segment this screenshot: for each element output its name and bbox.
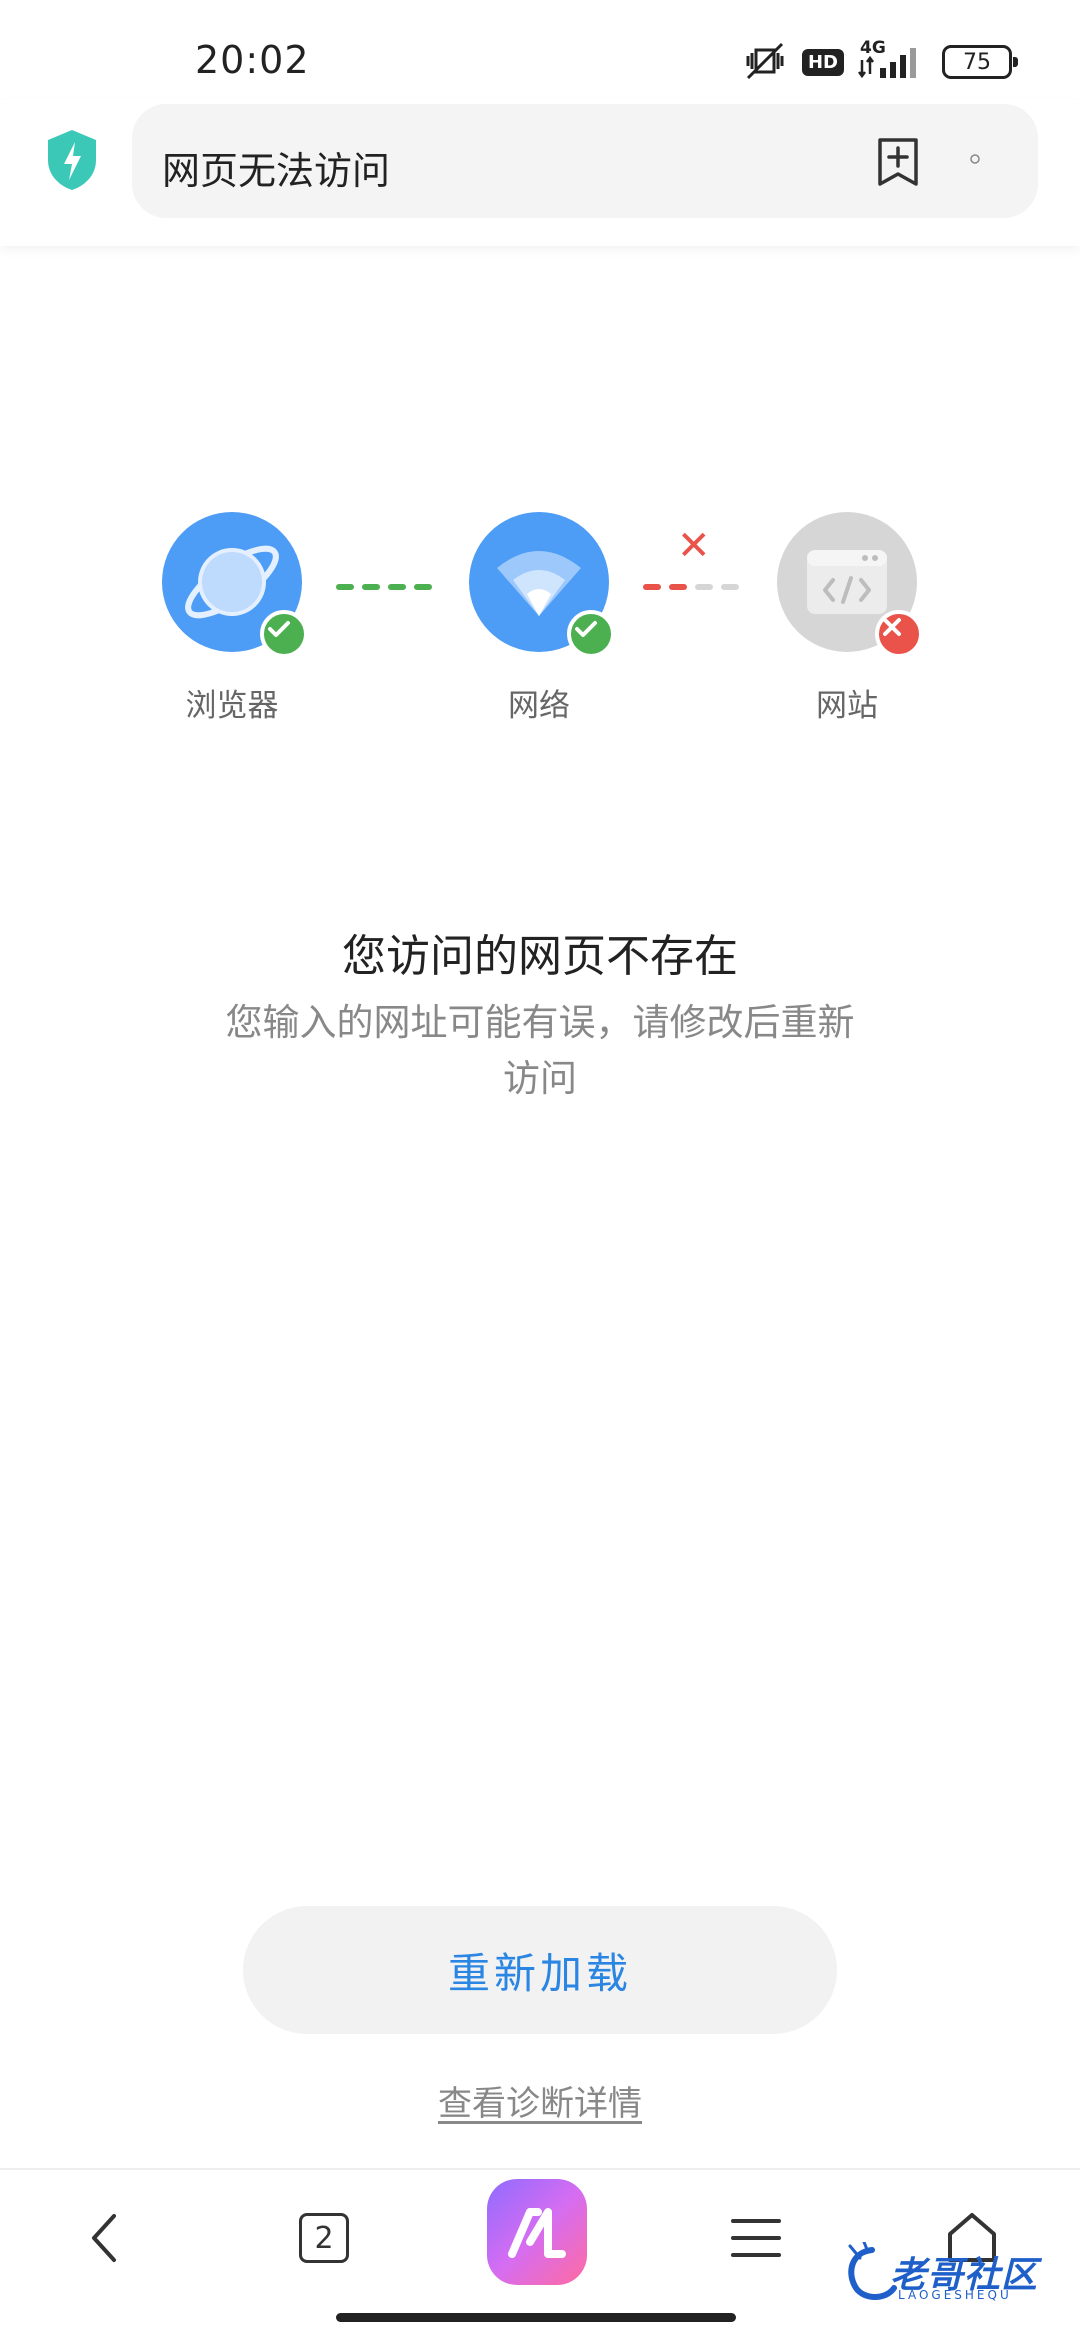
page-title: 网页无法访问 xyxy=(162,149,391,193)
link-ok-segment xyxy=(362,584,380,590)
network-node xyxy=(469,512,615,658)
diagnosis-details-link[interactable]: 查看诊断详情 xyxy=(438,2084,642,2124)
status-icons: HD 4G 75 xyxy=(742,38,1018,86)
hd-badge: HD xyxy=(801,48,844,76)
status-time: 20:02 xyxy=(195,38,310,82)
status-bar: 20:02 HD 4G 75 xyxy=(0,0,1080,100)
link-idle-segment xyxy=(721,584,739,590)
url-field[interactable]: 网页无法访问 xyxy=(132,104,1038,218)
website-error-badge xyxy=(875,610,923,658)
connection-fail-x-icon: ✕ xyxy=(677,523,711,569)
link-fail-segment xyxy=(669,584,687,590)
website-node xyxy=(777,512,923,658)
check-icon xyxy=(575,621,597,637)
diagnosis-details-link-wrap: 查看诊断详情 xyxy=(0,2076,1080,2125)
link-ok-segment xyxy=(388,584,406,590)
reload-button[interactable]: 重新加载 xyxy=(243,1906,837,2034)
watermark-logo: 老哥社区 LAOGESHEQU xyxy=(842,2242,1066,2306)
ai-assistant-button[interactable] xyxy=(487,2179,587,2285)
browser-node xyxy=(162,512,308,658)
network-ok-badge xyxy=(567,610,615,658)
battery-indicator: 75 xyxy=(942,45,1018,79)
security-shield-icon[interactable] xyxy=(44,128,100,192)
connection-diagnosis: 浏览器 网络 ✕ 网站 xyxy=(0,500,1080,740)
tabs-button[interactable]: 2 xyxy=(274,2188,374,2288)
address-bar: 网页无法访问 xyxy=(0,100,1080,246)
menu-button[interactable] xyxy=(706,2188,806,2288)
error-title: 您访问的网页不存在 xyxy=(342,931,738,982)
link-fail-segment xyxy=(643,584,661,590)
link-ok-segment xyxy=(336,584,354,590)
error-description: 您输入的网址可能有误，请修改后重新访问 xyxy=(225,1001,855,1100)
ai-logo-icon xyxy=(487,2179,587,2285)
check-icon xyxy=(268,621,290,637)
website-label: 网站 xyxy=(816,688,878,724)
watermark-subtext: LAOGESHEQU xyxy=(898,2288,1012,2302)
browser-error-page: 20:02 HD 4G 75 网页无法访问 浏览器 网络 ✕ 网站 您访问的网页… xyxy=(0,0,1080,2340)
more-dot-icon[interactable] xyxy=(968,152,982,166)
signal-icon: 4G xyxy=(858,38,928,82)
vibrate-off-icon xyxy=(746,42,784,80)
link-ok-segment xyxy=(414,584,432,590)
browser-label: 浏览器 xyxy=(185,688,279,724)
back-arrow-icon xyxy=(92,2214,116,2262)
back-button[interactable] xyxy=(55,2188,155,2288)
menu-icon xyxy=(731,2219,781,2257)
network-label: 网络 xyxy=(508,688,570,724)
add-bookmark-icon[interactable] xyxy=(870,134,926,190)
gesture-home-indicator xyxy=(336,2313,736,2322)
tab-count-icon: 2 xyxy=(299,2213,349,2263)
close-icon xyxy=(883,618,901,636)
link-idle-segment xyxy=(695,584,713,590)
browser-ok-badge xyxy=(260,610,308,658)
